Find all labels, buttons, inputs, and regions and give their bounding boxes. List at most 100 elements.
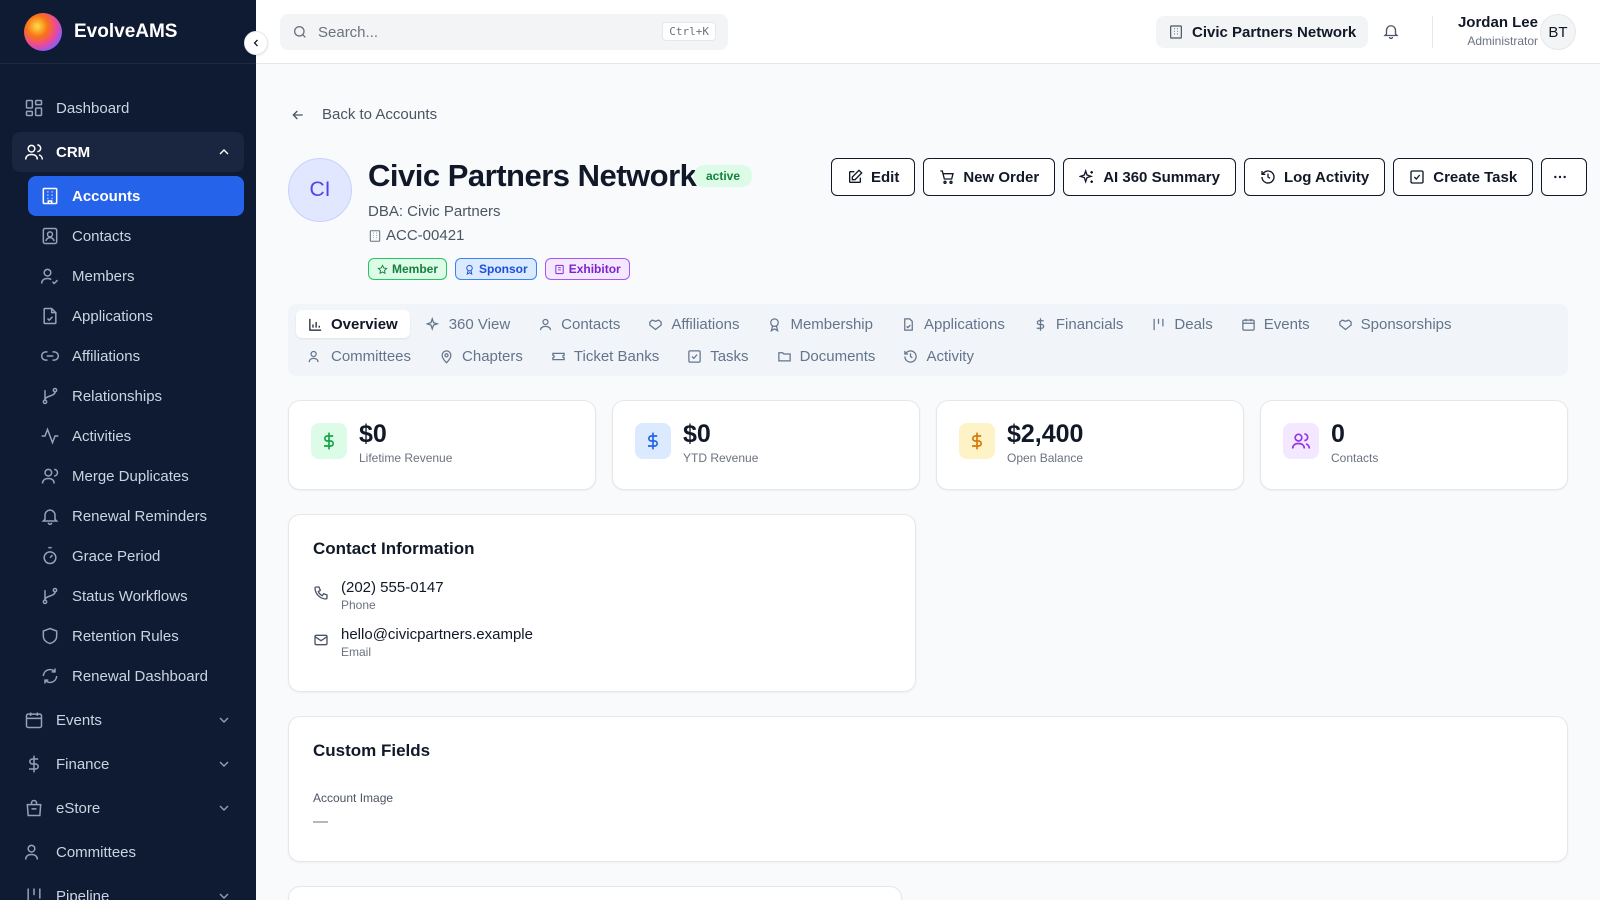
ai-summary-button[interactable]: AI 360 Summary (1063, 158, 1236, 196)
chevron-down-icon (219, 761, 229, 767)
tab-committees[interactable]: Committees (296, 342, 423, 370)
sidebar-item-committees[interactable]: Committees (12, 832, 244, 872)
tab-contacts[interactable]: Contacts (526, 310, 632, 338)
dollar-icon (311, 423, 347, 459)
tab-chapters[interactable]: Chapters (427, 342, 535, 370)
card-title: Custom Fields (313, 741, 431, 760)
sidebar-item-estore[interactable]: eStore (12, 788, 244, 828)
sidebar-item-label: Renewal Reminders (72, 507, 208, 525)
sidebar-item-merge-duplicates[interactable]: Merge Duplicates (28, 456, 244, 496)
stat-label: Lifetime Revenue (359, 451, 453, 465)
bell-icon (1383, 25, 1399, 40)
sidebar-item-dashboard[interactable]: Dashboard (12, 88, 244, 128)
link-icon (40, 351, 60, 361)
file-icon (43, 307, 57, 325)
sidebar-item-finance[interactable]: Finance (12, 744, 244, 784)
sidebar-item-activities[interactable]: Activities (28, 416, 244, 456)
sidebar-item-contacts[interactable]: Contacts (28, 216, 244, 256)
sidebar-item-label: Members (72, 267, 135, 285)
branch-icon (42, 587, 58, 605)
edit-button[interactable]: Edit (831, 158, 916, 196)
sidebar-item-relationships[interactable]: Relationships (28, 376, 244, 416)
sidebar-item-grace-period[interactable]: Grace Period (28, 536, 244, 576)
sidebar-item-renewal-reminders[interactable]: Renewal Reminders (28, 496, 244, 536)
tab-ticket-banks[interactable]: Ticket Banks (539, 342, 671, 370)
contact-email[interactable]: hello@civicpartners.example Email (313, 626, 891, 659)
handshake-icon (649, 318, 663, 330)
avatar[interactable]: BT (1540, 14, 1576, 50)
users-icon (24, 144, 44, 160)
tab-membership[interactable]: Membership (755, 310, 885, 338)
sidebar-item-label: Status Workflows (72, 587, 188, 605)
sidebar-item-affiliations[interactable]: Affiliations (28, 336, 244, 376)
tab-overview[interactable]: Overview (296, 310, 410, 338)
kanban-icon (27, 888, 41, 900)
sidebar-item-renewal-dashboard[interactable]: Renewal Dashboard (28, 656, 244, 696)
handshake-icon (1338, 318, 1352, 330)
calendar-icon (25, 712, 43, 729)
create-task-button[interactable]: Create Task (1393, 158, 1534, 196)
notifications-button[interactable] (1382, 22, 1400, 40)
org-switcher[interactable]: Civic Partners Network (1156, 16, 1369, 48)
app-logo (24, 12, 62, 51)
new-order-button[interactable]: New Order (923, 158, 1056, 196)
app-name: EvolveAMS (74, 20, 178, 42)
tab-sponsorships[interactable]: Sponsorships (1326, 310, 1464, 338)
user-check-icon (40, 268, 59, 285)
account-actions: Edit New Order AI 360 Summary Log Activi… (831, 158, 1588, 196)
dollar-icon (1036, 317, 1045, 331)
user-role: Administrator (1467, 34, 1538, 48)
sidebar-item-status-workflows[interactable]: Status Workflows (28, 576, 244, 616)
sidebar-item-events[interactable]: Events (12, 700, 244, 740)
sidebar-item-label: Committees (56, 843, 137, 861)
tab-row: Overview 360 View Contacts Affiliations … (296, 308, 1560, 340)
field-value: — (313, 813, 328, 830)
sidebar-item-pipeline[interactable]: Pipeline (12, 876, 244, 900)
sidebar-item-label: Affiliations (72, 347, 141, 365)
custom-fields-card: Custom Fields Account Image — (288, 716, 1568, 862)
sidebar-collapse-button[interactable] (244, 31, 268, 55)
history-icon (1261, 170, 1275, 184)
chevron-left-icon (253, 39, 258, 47)
sidebar-item-crm[interactable]: CRM (12, 132, 244, 172)
main-content: Back to Accounts CI Civic Partners Netwo… (256, 64, 1600, 900)
email-label: Email (341, 645, 372, 659)
sidebar-item-label: Grace Period (72, 547, 161, 565)
more-actions-button[interactable] (1541, 158, 1588, 196)
user-menu[interactable]: Jordan Lee Administrator (1458, 14, 1538, 48)
chevron-down-icon (219, 805, 229, 811)
tab-tasks[interactable]: Tasks (675, 342, 760, 370)
brand[interactable]: EvolveAMS (0, 0, 256, 64)
sidebar-item-label: Accounts (72, 187, 141, 205)
phone-label: Phone (341, 598, 376, 612)
app-root: EvolveAMS Dashboard CRM Accounts Contact… (0, 0, 1600, 900)
crm-submenu: Accounts Contacts Members Applications A… (0, 176, 256, 696)
tab-360-view[interactable]: 360 View (414, 310, 522, 338)
log-activity-button[interactable]: Log Activity (1243, 158, 1386, 196)
sidebar-item-label: Finance (56, 755, 110, 773)
contact-phone[interactable]: (202) 555-0147 Phone (313, 579, 891, 612)
tag-exhibitor: Exhibitor (544, 258, 630, 280)
back-link[interactable]: Back to Accounts (290, 106, 437, 123)
sidebar-item-retention-rules[interactable]: Retention Rules (28, 616, 244, 656)
tab-documents[interactable]: Documents (765, 342, 888, 370)
star-icon (377, 263, 388, 274)
account-tabs: Overview 360 View Contacts Affiliations … (288, 304, 1568, 376)
org-name: Civic Partners Network (1192, 23, 1357, 41)
tab-events[interactable]: Events (1229, 310, 1322, 338)
tab-affiliations[interactable]: Affiliations (636, 310, 751, 338)
tab-applications[interactable]: Applications (889, 310, 1017, 338)
sidebar-item-label: Applications (72, 307, 153, 325)
tab-activity[interactable]: Activity (891, 342, 986, 370)
contact-information-card: Contact Information (202) 555-0147 Phone… (288, 514, 916, 692)
tab-financials[interactable]: Financials (1021, 310, 1136, 338)
activity-icon (41, 427, 59, 445)
account-number: ACC-00421 (368, 227, 464, 244)
sidebar-item-accounts[interactable]: Accounts (28, 176, 244, 216)
search-input[interactable]: Search... Ctrl+K (280, 14, 728, 50)
user-name: Jordan Lee (1457, 14, 1538, 31)
tab-deals[interactable]: Deals (1139, 310, 1224, 338)
sidebar-item-applications[interactable]: Applications (28, 296, 244, 336)
sidebar-item-members[interactable]: Members (28, 256, 244, 296)
contact-icon (42, 227, 58, 245)
